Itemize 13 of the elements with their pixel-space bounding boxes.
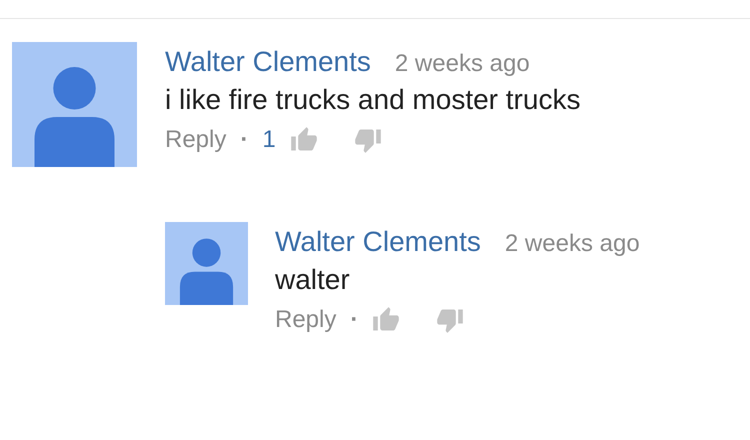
- author-name[interactable]: Walter Clements: [165, 46, 371, 78]
- separator-dot: ·: [240, 126, 248, 154]
- separator-dot: ·: [350, 306, 358, 334]
- comment-time: 2 weeks ago: [394, 50, 530, 78]
- author-name[interactable]: Walter Clements: [275, 226, 481, 258]
- comment-text: walter: [275, 264, 351, 296]
- avatar-icon: [165, 222, 248, 305]
- comment-time: 2 weeks ago: [504, 230, 640, 258]
- reply-link[interactable]: Reply: [165, 126, 226, 154]
- reply-link[interactable]: Reply: [275, 306, 336, 334]
- like-count: 1: [262, 126, 276, 154]
- comment-text: i like fire trucks and moster trucks: [165, 84, 582, 116]
- avatar-icon: [12, 42, 137, 167]
